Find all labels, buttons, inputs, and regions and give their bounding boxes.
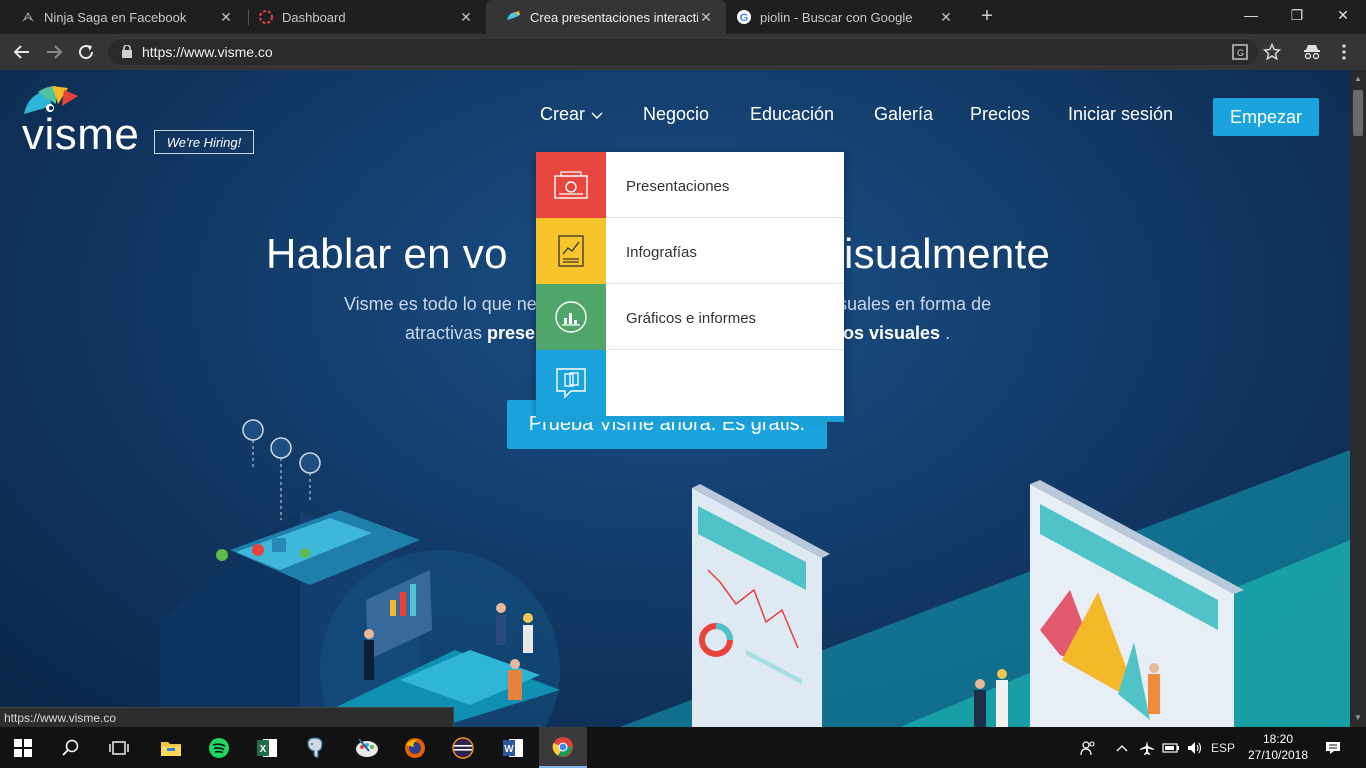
dropdown-divider bbox=[606, 349, 844, 350]
language-indicator[interactable]: ESP bbox=[1208, 727, 1238, 768]
bookmark-star-icon[interactable] bbox=[1262, 42, 1282, 62]
dropdown-divider bbox=[606, 283, 844, 284]
task-view-icon[interactable] bbox=[96, 727, 142, 768]
svg-text:G: G bbox=[1237, 48, 1244, 58]
volume-icon[interactable] bbox=[1184, 727, 1206, 768]
postgresql-icon[interactable] bbox=[292, 727, 338, 768]
back-arrow-icon[interactable] bbox=[10, 40, 34, 64]
tab-title: Crea presentaciones interactivas bbox=[530, 9, 698, 25]
scrollbar-thumb[interactable] bbox=[1353, 90, 1363, 136]
page-scrollbar[interactable]: ▲ ▼ bbox=[1350, 70, 1366, 727]
excel-icon[interactable]: X bbox=[244, 727, 290, 768]
dropdown-divider bbox=[606, 217, 844, 218]
crear-dropdown-menu: Presentaciones Infografías Gráficos e in… bbox=[536, 152, 844, 422]
dropdown-item-graficos[interactable]: Gráficos e informes bbox=[626, 310, 756, 327]
dashboard-favicon-icon bbox=[258, 9, 274, 25]
scroll-down-icon[interactable]: ▼ bbox=[1354, 713, 1362, 722]
web-page: visme We're Hiring! Crear Negocio Educac… bbox=[0, 70, 1350, 727]
spotify-icon[interactable] bbox=[196, 727, 242, 768]
clock-time: 18:20 bbox=[1262, 732, 1294, 746]
nav-crear[interactable]: Crear bbox=[540, 104, 603, 125]
close-tab-icon[interactable]: ✕ bbox=[698, 9, 714, 26]
tab-title: Ninja Saga en Facebook bbox=[44, 9, 187, 25]
hero-subtitle-left: Visme es todo lo que nec bbox=[344, 294, 546, 314]
new-tab-button[interactable]: + bbox=[976, 5, 998, 27]
reload-icon[interactable] bbox=[74, 40, 98, 64]
browser-tab-strip: Ninja Saga en Facebook ✕ Dashboard ✕ Cre… bbox=[0, 0, 1366, 34]
scroll-up-icon[interactable]: ▲ bbox=[1354, 74, 1362, 83]
clock-date: 27/10/2018 bbox=[1247, 748, 1309, 762]
file-explorer-icon[interactable] bbox=[148, 727, 194, 768]
ninja-saga-favicon-icon bbox=[20, 9, 36, 25]
tab-ninja-saga[interactable]: Ninja Saga en Facebook ✕ bbox=[0, 0, 246, 34]
hiring-badge[interactable]: We're Hiring! bbox=[154, 130, 254, 154]
visme-logo-text[interactable]: visme bbox=[22, 110, 139, 160]
hero-title-right: isualmente bbox=[844, 230, 1051, 277]
close-tab-icon[interactable]: ✕ bbox=[218, 9, 234, 26]
close-tab-icon[interactable]: ✕ bbox=[938, 9, 954, 26]
tab-visme[interactable]: Crea presentaciones interactivas ✕ bbox=[486, 0, 726, 34]
chevron-down-icon bbox=[591, 104, 603, 125]
dropdown-bottom-bar bbox=[536, 416, 844, 422]
address-bar[interactable]: https://www.visme.co bbox=[108, 39, 1258, 65]
windows-start-icon[interactable] bbox=[0, 727, 46, 768]
presentation-icon[interactable] bbox=[536, 152, 606, 218]
visme-favicon-icon bbox=[506, 9, 522, 25]
restore-window-icon[interactable]: ❐ bbox=[1274, 0, 1320, 30]
hero-subtitle2-right-bold: os visuales bbox=[843, 323, 941, 343]
tab-dashboard[interactable]: Dashboard ✕ bbox=[238, 0, 486, 34]
close-window-icon[interactable]: ✕ bbox=[1320, 0, 1366, 30]
nav-precios[interactable]: Precios bbox=[970, 104, 1030, 125]
tab-title: Dashboard bbox=[282, 9, 346, 25]
system-clock[interactable]: 18:20 27/10/2018 bbox=[1240, 731, 1316, 763]
tab-google-search[interactable]: G piolin - Buscar con Google ✕ bbox=[716, 0, 966, 34]
nav-login[interactable]: Iniciar sesión bbox=[1068, 104, 1173, 125]
nav-educacion[interactable]: Educación bbox=[750, 104, 834, 125]
chrome-icon[interactable] bbox=[539, 727, 587, 768]
lock-icon bbox=[122, 44, 132, 63]
tray-chevron-up-icon[interactable] bbox=[1112, 727, 1132, 768]
infographic-icon[interactable] bbox=[536, 218, 606, 284]
menu-kebab-icon[interactable] bbox=[1334, 42, 1354, 62]
hero-subtitle2-right: . bbox=[940, 323, 951, 343]
status-url-bubble: https://www.visme.co bbox=[0, 707, 454, 727]
notifications-icon[interactable] bbox=[1320, 727, 1346, 768]
svg-text:W: W bbox=[504, 744, 514, 755]
chart-report-icon[interactable] bbox=[536, 284, 606, 350]
speech-document-icon[interactable] bbox=[536, 350, 606, 416]
close-tab-icon[interactable]: ✕ bbox=[458, 9, 474, 26]
word-icon[interactable]: W bbox=[490, 727, 536, 768]
minimize-window-icon[interactable]: — bbox=[1228, 0, 1274, 30]
hero-subtitle-right: isuales en forma de bbox=[834, 294, 992, 314]
empezar-button[interactable]: Empezar bbox=[1213, 98, 1319, 136]
hero-subtitle2-left: atractivas bbox=[405, 323, 488, 343]
paint-app-icon[interactable] bbox=[344, 727, 390, 768]
incognito-icon[interactable] bbox=[1302, 42, 1322, 62]
firefox-icon[interactable] bbox=[392, 727, 438, 768]
address-url: https://www.visme.co bbox=[142, 44, 273, 60]
svg-text:X: X bbox=[260, 744, 267, 755]
dropdown-item-presentaciones[interactable]: Presentaciones bbox=[626, 178, 729, 195]
dropdown-item-infografias[interactable]: Infografías bbox=[626, 244, 697, 261]
google-favicon-icon: G bbox=[736, 9, 752, 25]
eclipse-icon[interactable] bbox=[440, 727, 486, 768]
tab-title: piolin - Buscar con Google bbox=[760, 9, 913, 25]
nav-galeria[interactable]: Galería bbox=[874, 104, 933, 125]
search-icon[interactable] bbox=[48, 727, 94, 768]
people-icon[interactable] bbox=[1076, 727, 1100, 768]
translate-icon[interactable]: G bbox=[1230, 42, 1250, 62]
browser-toolbar: https://www.visme.co G bbox=[0, 34, 1366, 70]
airplane-mode-icon[interactable] bbox=[1136, 727, 1158, 768]
battery-icon[interactable] bbox=[1160, 727, 1182, 768]
svg-text:G: G bbox=[740, 12, 749, 24]
nav-negocio[interactable]: Negocio bbox=[643, 104, 709, 125]
hero-title-left: Hablar en vo bbox=[266, 230, 508, 277]
forward-arrow-icon[interactable] bbox=[42, 40, 66, 64]
windows-taskbar: X W ESP 18:20 27/10/2018 bbox=[0, 727, 1366, 768]
nav-crear-label: Crear bbox=[540, 104, 586, 124]
